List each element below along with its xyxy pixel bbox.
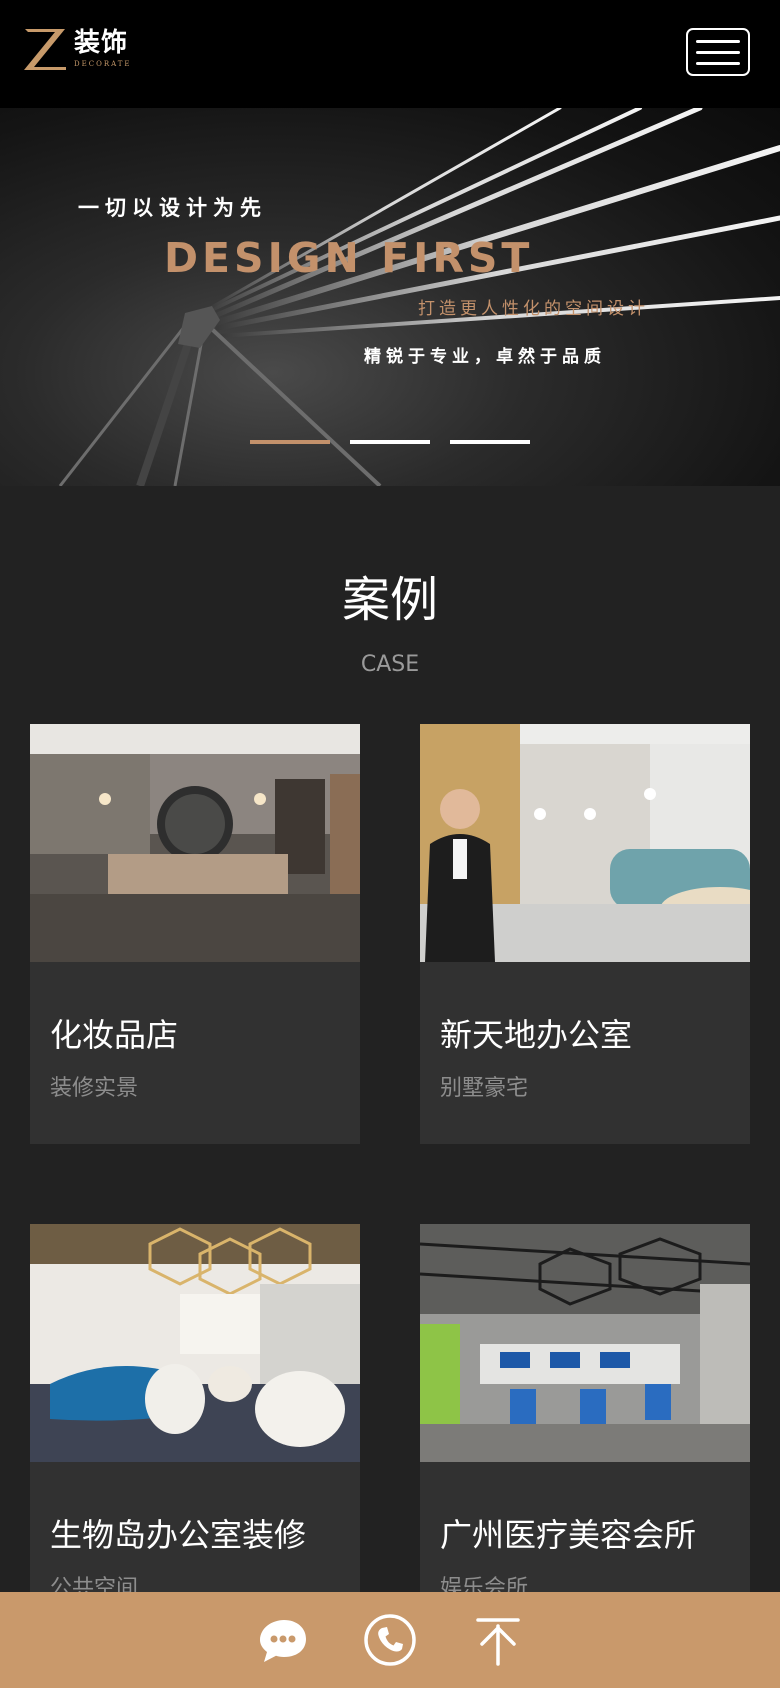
case-title: 化妆品店 [50, 1016, 179, 1054]
hamburger-menu-icon [696, 39, 740, 43]
case-title: 新天地办公室 [440, 1016, 633, 1054]
case-title: 生物岛办公室装修 [50, 1516, 307, 1554]
back-to-top-icon[interactable] [468, 1610, 528, 1670]
site-logo[interactable]: 装饰 DECORATE [22, 26, 132, 74]
carousel-dot-2[interactable] [350, 440, 430, 444]
banner-line-3: 打造更人性化的空间设计 [418, 299, 649, 319]
case-card-3[interactable]: 生物岛办公室装修 公共空间 [30, 1224, 360, 1644]
case-image [420, 724, 750, 962]
case-image [30, 1224, 360, 1462]
menu-button[interactable] [686, 28, 750, 76]
case-category: 装修实景 [50, 1076, 139, 1101]
case-image [420, 1224, 750, 1462]
case-title: 广州医疗美容会所 [440, 1516, 697, 1554]
carousel-dot-1[interactable] [250, 440, 330, 444]
carousel-dot-3[interactable] [450, 440, 530, 444]
case-card-2[interactable]: 新天地办公室 别墅豪宅 [420, 724, 750, 1144]
case-card-4[interactable]: 广州医疗美容会所 娱乐会所 [420, 1224, 750, 1644]
section-subtitle: CASE [360, 652, 420, 677]
case-category: 别墅豪宅 [440, 1076, 529, 1101]
case-card-1[interactable]: 化妆品店 装修实景 [30, 724, 360, 1144]
phone-icon[interactable] [360, 1610, 420, 1670]
banner-headline: DESIGN FIRST [164, 234, 534, 282]
hero-banner[interactable]: 一切以设计为先 DESIGN FIRST 打造更人性化的空间设计 精锐于专业，卓… [0, 108, 780, 486]
carousel-indicators [250, 440, 530, 444]
section-title: 案例 [341, 572, 438, 628]
logo-text: 装饰 [74, 28, 129, 58]
z-logo-icon [24, 29, 66, 70]
case-image [30, 724, 360, 962]
bottom-action-bar [0, 1592, 780, 1688]
top-header: 装饰 DECORATE [0, 0, 780, 108]
logo-subtext: DECORATE [74, 60, 132, 68]
banner-line-4: 精锐于专业，卓然于品质 [364, 347, 606, 367]
banner-background-art [58, 108, 780, 486]
chat-icon[interactable] [252, 1610, 312, 1670]
banner-line-1: 一切以设计为先 [78, 196, 267, 220]
